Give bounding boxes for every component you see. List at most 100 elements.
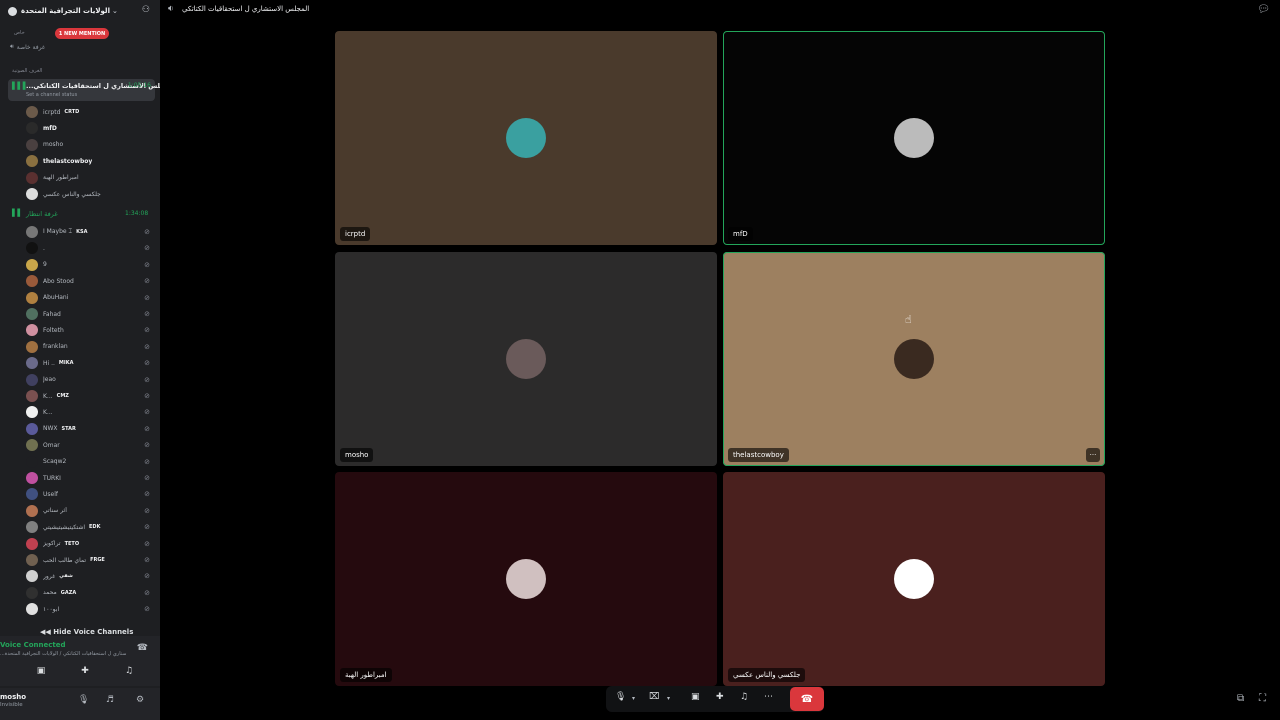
voice-member[interactable]: محمد GAZA ⊘: [26, 586, 154, 600]
voice-member[interactable]: AbuHani ⊘: [26, 291, 154, 305]
screen-share-icon[interactable]: ▣: [28, 664, 54, 678]
participant-avatar: [894, 118, 934, 158]
new-mention-pill[interactable]: 1 NEW MENTION: [55, 28, 109, 39]
voice-member[interactable]: . ⊘: [26, 241, 154, 255]
end-call-button[interactable]: ☎: [790, 687, 824, 711]
member-name: K...: [43, 408, 53, 416]
fullscreen-icon[interactable]: ⛶: [1259, 693, 1266, 704]
voice-member[interactable]: غرور شفي ⊘: [26, 569, 154, 583]
member-name: mfD: [43, 124, 57, 132]
soundboard-icon[interactable]: ♫: [740, 692, 748, 702]
participant-avatar: [506, 559, 546, 599]
video-tile[interactable]: امبراطور الهبة: [335, 472, 717, 686]
member-tag: TETO: [64, 540, 80, 547]
voice-member[interactable]: thelastcowboy: [26, 154, 154, 168]
voice-connected-status[interactable]: Voice Connected: [0, 641, 66, 649]
member-tag: GAZA: [60, 589, 77, 596]
member-name: 9: [43, 261, 47, 269]
voice-member[interactable]: icrptd CRTD: [26, 105, 154, 119]
participant-name: امبراطور الهبة: [340, 668, 392, 682]
voice-member[interactable]: K... ⊘: [26, 405, 154, 419]
member-tag: شفي: [59, 573, 73, 580]
deafened-icon: ⊘: [144, 441, 150, 450]
invite-people-icon[interactable]: ⚇: [142, 5, 150, 15]
voice-member[interactable]: تراكويز TETO ⊘: [26, 537, 154, 551]
server-header[interactable]: الولايات التجرافية المتحدة ⌄ ⚇: [0, 0, 160, 22]
deafened-icon: ⊘: [144, 293, 150, 302]
voice-rooms-category-label: الغرف الصوتية: [12, 68, 43, 74]
server-name: الولايات التجرافية المتحدة: [21, 7, 110, 15]
private-channel[interactable]: 🔊︎ غرفة خاصة: [10, 43, 45, 51]
avatar: [26, 258, 38, 271]
participant-name: thelastcowboy: [728, 448, 789, 462]
voice-member[interactable]: mosho: [26, 138, 154, 152]
voice-member[interactable]: ابو١٠٠ ⊘: [26, 602, 154, 616]
settings-gear-icon[interactable]: ⚙: [136, 695, 144, 705]
username[interactable]: mosho: [0, 693, 26, 701]
voice-member[interactable]: Scaqw2 ⊘: [26, 455, 154, 469]
video-tile[interactable]: جلكسي والناس عكسي: [723, 472, 1105, 686]
video-tile[interactable]: mfD: [723, 31, 1105, 245]
more-options-icon[interactable]: ⋯: [764, 692, 773, 702]
avatar: [26, 472, 38, 484]
voice-member[interactable]: Abo Stood ⊘: [26, 274, 154, 288]
voice-member[interactable]: اشتكيتيشيتيشيتي EDK ⊘: [26, 520, 154, 534]
voice-member[interactable]: تماي طالب الحب FRGE ⊘: [26, 553, 154, 567]
avatar: [26, 308, 38, 320]
avatar: [26, 504, 38, 517]
more-options-icon[interactable]: ···: [1086, 448, 1100, 462]
voice-member[interactable]: جلكسي والناس عكسي: [26, 187, 154, 201]
voice-member[interactable]: Uself ⊘: [26, 487, 154, 501]
voice-member[interactable]: Jeao ⊘: [26, 373, 154, 387]
voice-member[interactable]: mfD: [26, 121, 154, 135]
chevron-down-icon[interactable]: ▾: [632, 695, 635, 702]
voice-member[interactable]: 9 ⊘: [26, 258, 154, 272]
chevron-down-icon[interactable]: ▾: [667, 695, 670, 702]
deafened-icon: ⊘: [144, 310, 150, 318]
headphones-icon[interactable]: ♬: [106, 695, 114, 705]
avatar: [26, 406, 38, 419]
voice-member[interactable]: NWX STAR ⊘: [26, 422, 154, 436]
activities-icon[interactable]: ✚: [716, 692, 724, 702]
channel-status-prompt[interactable]: Set a channel status: [26, 92, 77, 98]
avatar: [26, 570, 38, 583]
video-tile[interactable]: icrptd: [335, 31, 717, 245]
voice-connected-panel: Voice Connected ...ستاري ل استحقاقيات ال…: [0, 636, 160, 686]
voice-member[interactable]: امبراطور الهبة: [26, 171, 154, 185]
voice-member[interactable]: أثر سناتي ⊘: [26, 504, 154, 518]
voice-member[interactable]: I Maybe ⌶ KSA ⊘: [26, 225, 154, 239]
camera-off-icon[interactable]: ⌧: [649, 692, 659, 702]
soundboard-icon[interactable]: ♫: [116, 664, 142, 678]
avatar: [26, 242, 38, 255]
deafened-icon: ⊘: [144, 277, 150, 286]
voice-member[interactable]: TURKI ⊘: [26, 471, 154, 485]
voice-member[interactable]: Hi .. MIKA ⊘: [26, 356, 154, 370]
activities-icon[interactable]: ✚: [72, 664, 98, 678]
screen-share-icon[interactable]: ▣: [691, 692, 700, 702]
microphone-icon[interactable]: 🎙︎: [78, 695, 89, 705]
video-tile[interactable]: mosho: [335, 252, 717, 466]
avatar: [26, 340, 38, 353]
disconnect-icon[interactable]: ☎: [137, 643, 148, 653]
voice-member[interactable]: Fahad ⊘: [26, 307, 154, 321]
deafened-icon: ⊘: [144, 490, 150, 499]
hide-voice-channels-button[interactable]: ◀◀ Hide Voice Channels: [40, 628, 133, 636]
member-name: Scaqw2: [43, 458, 67, 466]
popout-icon[interactable]: ⧉: [1237, 693, 1244, 704]
voice-member[interactable]: Omar ⊘: [26, 438, 154, 452]
voice-member[interactable]: franklan ⊘: [26, 340, 154, 354]
avatar: [26, 488, 38, 501]
voice-member[interactable]: Folteth ⊘: [26, 323, 154, 337]
channel-sidebar: الولايات التجرافية المتحدة ⌄ ⚇ 1 NEW MEN…: [0, 0, 160, 720]
speaker-icon: 🔉︎: [168, 4, 174, 14]
voice-member[interactable]: K... CMZ ⊘: [26, 389, 154, 403]
chat-bubble-icon[interactable]: 💬︎: [1257, 4, 1270, 15]
voice-channel-waiting[interactable]: ▌▌ غرفة انتظار 1:34:08: [0, 209, 160, 221]
microphone-icon[interactable]: 🎙︎: [615, 692, 626, 702]
voice-channel-active[interactable]: ▌▌▌ ...المجلس الاستشاري ل استحقاقيات الك…: [8, 79, 160, 101]
participant-avatar: [506, 339, 546, 379]
phone-hangup-icon: ☎: [800, 693, 814, 705]
member-name: تماي طالب الحب: [43, 556, 87, 564]
member-name: اشتكيتيشيتيشيتي: [43, 523, 86, 531]
video-tile[interactable]: thelastcowboy ···: [723, 252, 1105, 466]
